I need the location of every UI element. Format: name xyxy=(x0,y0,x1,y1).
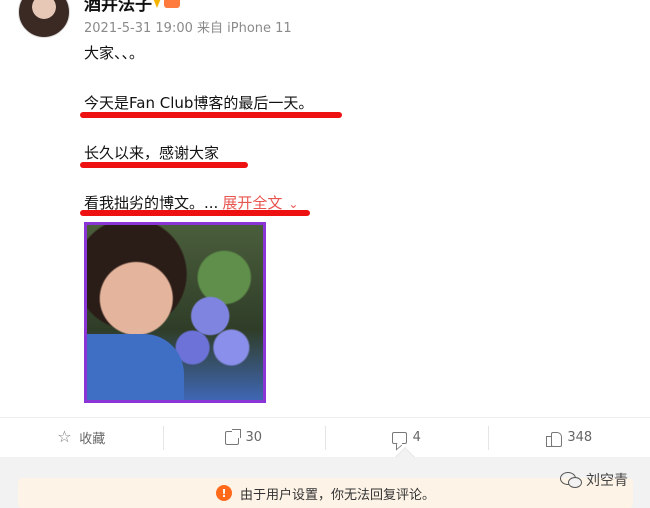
repost-count: 30 xyxy=(245,430,263,445)
star-icon xyxy=(57,427,73,446)
avatar[interactable] xyxy=(18,0,70,38)
verification-badges xyxy=(152,0,180,8)
chevron-down-icon[interactable]: ⌄ xyxy=(288,197,298,211)
watermark: 刘空青 xyxy=(560,470,628,490)
photo-image-detail xyxy=(87,333,184,400)
post-line-3: 长久以来，感谢大家 xyxy=(84,144,220,162)
verified-badge-icon xyxy=(152,0,162,8)
action-bar: 收藏 30 4 348 xyxy=(0,417,650,457)
like-button[interactable]: 348 xyxy=(487,418,650,457)
favorite-label: 收藏 xyxy=(79,432,106,447)
post-line-2: 今天是Fan Club博客的最后一天。 xyxy=(84,94,314,112)
share-icon xyxy=(225,428,242,445)
like-icon xyxy=(545,430,563,447)
red-underline-annotation xyxy=(80,210,310,216)
notice-text: 由于用户设置，你无法回复评论。 xyxy=(239,487,435,503)
warning-icon: ! xyxy=(215,485,232,501)
username[interactable]: 酒井法子 xyxy=(84,0,152,15)
red-underline-annotation xyxy=(80,112,342,118)
post-photo[interactable] xyxy=(84,222,266,403)
favorite-button[interactable]: 收藏 xyxy=(0,418,163,457)
like-count: 348 xyxy=(567,430,593,445)
reply-disabled-notice: ! 由于用户设置，你无法回复评论。 xyxy=(18,478,633,508)
post-meta: 2021-5-31 19:00 来自 iPhone 11 xyxy=(84,21,292,36)
wechat-icon xyxy=(560,472,582,488)
repost-button[interactable]: 30 xyxy=(162,418,326,457)
comment-count: 4 xyxy=(412,430,421,445)
post-line-1: 大家、、。 xyxy=(84,44,145,62)
watermark-text: 刘空青 xyxy=(586,473,628,489)
comment-icon xyxy=(391,431,407,444)
red-underline-annotation xyxy=(80,162,248,168)
vip-badge-icon xyxy=(164,0,180,8)
